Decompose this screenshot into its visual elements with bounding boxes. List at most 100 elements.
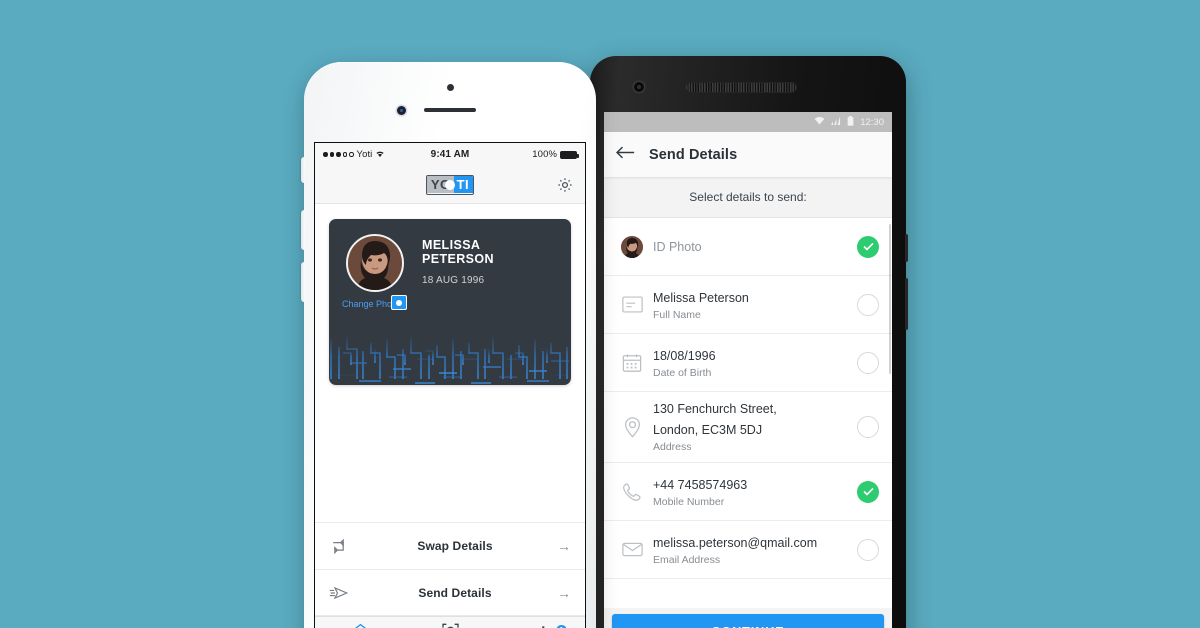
list-item[interactable]: ID Photo	[604, 218, 892, 276]
list-item-value: melissa.peterson@qmail.com	[653, 535, 818, 550]
list-scrollbar[interactable]	[889, 224, 891, 374]
list-item-value: +44 7458574963	[653, 477, 748, 492]
avatar	[346, 234, 404, 292]
card-name-line2: PETERSON	[422, 252, 494, 266]
signal-strength-icon	[323, 152, 354, 157]
select-details-subheader: Select details to send:	[604, 177, 892, 218]
scan-code-icon	[440, 621, 461, 628]
list-item-label: Full Name	[653, 308, 701, 321]
android-front-camera	[634, 82, 644, 92]
list-item-text: +44 7458574963 Mobile Number	[649, 467, 857, 517]
iphone-volume-up-button[interactable]	[301, 210, 305, 250]
ios-content: Change Photo MELISSA PETERSON 18 AUG 199…	[315, 204, 585, 628]
identity-card[interactable]: Change Photo MELISSA PETERSON 18 AUG 199…	[329, 219, 571, 385]
battery-icon	[847, 115, 854, 129]
avatar	[621, 235, 643, 258]
android-app-bar: Send Details	[604, 132, 892, 177]
list-item[interactable]: +44 7458574963 Mobile Number	[604, 463, 892, 521]
list-item-text: ID Photo	[649, 229, 857, 265]
activity-bars-icon	[530, 622, 551, 628]
card-avatar-wrap[interactable]: Change Photo	[342, 234, 407, 310]
status-bar-time: 9:41 AM	[430, 149, 470, 160]
location-pin-icon	[615, 416, 649, 438]
list-item-value: ID Photo	[653, 239, 702, 254]
list-item-text: Melissa Peterson Full Name	[649, 280, 857, 330]
list-item[interactable]: 130 Fenchurch Street, London, EC3M 5DJ A…	[604, 392, 892, 463]
yoti-logo-dot	[444, 179, 455, 190]
list-item-value-line1: 130 Fenchurch Street,	[653, 402, 777, 416]
checkmark-icon[interactable]	[857, 480, 879, 503]
android-screen: 12:30 Send Details Select details to sen…	[604, 112, 892, 628]
yoti-logo-right: TI	[453, 176, 474, 193]
home-icon	[350, 622, 371, 628]
page-title: Send Details	[649, 146, 738, 163]
swap-details-label: Swap Details	[417, 539, 493, 553]
swap-icon	[329, 536, 363, 556]
iphone-earpiece-speaker	[424, 108, 476, 112]
list-item-label: Mobile Number	[653, 495, 725, 508]
android-status-bar: 12:30	[604, 112, 892, 132]
battery-icon	[560, 150, 579, 159]
checkbox-circle[interactable]	[857, 293, 879, 316]
details-list[interactable]: ID Photo Melissa Peterson Full Name 18/0…	[604, 218, 892, 615]
iphone-sensor	[446, 84, 454, 91]
tab-activity[interactable]: 1 Activity	[495, 622, 585, 628]
card-content: Change Photo MELISSA PETERSON 18 AUG 199…	[329, 219, 571, 310]
card-circuit-pattern	[330, 335, 569, 384]
iphone-mute-switch[interactable]	[301, 157, 305, 183]
checkmark-icon[interactable]	[857, 235, 879, 258]
android-volume-button[interactable]	[905, 278, 908, 330]
signal-icon	[831, 116, 841, 128]
iphone-screen: Yoti 9:41 AM 100% YO TI Change Photo MEL…	[314, 142, 586, 628]
iphone-device: Yoti 9:41 AM 100% YO TI Change Photo MEL…	[301, 62, 596, 628]
list-item-label: Date of Birth	[653, 366, 712, 379]
iphone-front-camera	[397, 106, 406, 115]
tab-home[interactable]: Home	[315, 622, 405, 628]
id-photo-thumbnail	[615, 235, 649, 258]
gear-icon[interactable]	[556, 176, 574, 194]
card-icon	[615, 296, 649, 313]
list-item-value: Melissa Peterson	[653, 290, 749, 305]
email-icon	[615, 542, 649, 557]
android-footer: CONTINUE	[604, 608, 892, 628]
checkbox-circle[interactable]	[857, 538, 879, 561]
ios-action-list: Swap Details → Send Details →	[315, 522, 585, 616]
card-name-line1: MELISSA	[422, 238, 481, 252]
android-earpiece-speaker	[686, 83, 796, 92]
list-item[interactable]: Melissa Peterson Full Name	[604, 276, 892, 334]
camera-badge-icon[interactable]	[391, 295, 407, 310]
checkbox-circle[interactable]	[857, 416, 879, 438]
ios-nav-bar: YO TI	[315, 166, 585, 204]
card-date-of-birth: 18 AUG 1996	[422, 275, 485, 286]
carrier-label: Yoti	[356, 149, 373, 160]
list-item-label: Address	[653, 441, 692, 453]
card-identity-text: MELISSA PETERSON 18 AUG 1996	[422, 234, 494, 309]
ios-status-bar: Yoti 9:41 AM 100%	[315, 143, 585, 166]
android-power-button[interactable]	[905, 234, 908, 262]
send-plane-icon	[329, 583, 363, 603]
list-item-value-line2: London, EC3M 5DJ	[653, 423, 763, 437]
continue-button[interactable]: CONTINUE	[612, 613, 884, 628]
ios-tab-bar: Home Scan Code	[315, 616, 585, 628]
wifi-icon	[814, 116, 825, 128]
status-bar-left: Yoti	[323, 149, 431, 160]
battery-percent-label: 100%	[532, 149, 557, 160]
activity-badge: 1	[555, 623, 568, 628]
list-item-text: 130 Fenchurch Street, London, EC3M 5DJ A…	[649, 392, 857, 462]
back-arrow-icon[interactable]	[615, 145, 635, 164]
send-details-arrow-icon: →	[557, 584, 571, 601]
swap-details-row[interactable]: Swap Details →	[315, 522, 585, 569]
send-details-row[interactable]: Send Details →	[315, 569, 585, 616]
list-item[interactable]: melissa.peterson@qmail.com Email Address	[604, 521, 892, 579]
calendar-icon	[615, 353, 649, 373]
phone-icon	[615, 482, 649, 502]
checkbox-circle[interactable]	[857, 351, 879, 374]
status-bar-right: 100%	[469, 149, 579, 160]
android-clock: 12:30	[860, 116, 884, 128]
wifi-icon	[375, 149, 385, 160]
tab-scan-code[interactable]: Scan Code	[405, 621, 495, 628]
swap-details-arrow-icon: →	[557, 538, 571, 554]
list-item[interactable]: 18/08/1996 Date of Birth	[604, 334, 892, 392]
iphone-volume-down-button[interactable]	[301, 262, 305, 302]
yoti-logo: YO TI	[425, 174, 475, 195]
